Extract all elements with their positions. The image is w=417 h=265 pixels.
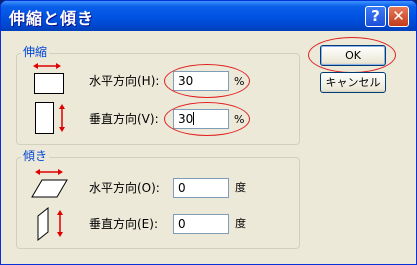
skew-vertical-icon (37, 206, 63, 242)
stretch-vertical-label: 垂直方向(V): (89, 112, 159, 126)
skew-vertical-input[interactable]: 0 (173, 214, 229, 234)
skew-vertical-unit: 度 (235, 217, 246, 230)
stretch-group-label: 伸縮 (21, 45, 50, 59)
skew-vertical-label: 垂直方向(E): (89, 217, 158, 231)
annotation-oval-stretch-horizontal (164, 64, 250, 98)
annotation-oval-ok (308, 37, 396, 73)
skew-horizontal-input[interactable]: 0 (173, 178, 229, 198)
dialog-window: 伸縮と傾き ? ✕ 伸縮 水平方向(H): 30 % 垂直方向(V): 30 %… (0, 0, 417, 265)
window-title: 伸縮と傾き (9, 9, 95, 28)
skew-horizontal-value: 0 (178, 181, 186, 195)
skew-group-label: 傾き (21, 149, 50, 163)
stretch-horizontal-icon (33, 63, 64, 94)
stretch-vertical-icon (35, 102, 65, 134)
close-button[interactable]: ✕ (388, 6, 409, 27)
cancel-button[interactable]: キャンセル (320, 72, 386, 93)
title-bar[interactable]: 伸縮と傾き ? ✕ (1, 1, 416, 31)
skew-horizontal-icon (31, 169, 68, 198)
skew-horizontal-label: 水平方向(O): (89, 181, 160, 195)
skew-vertical-value: 0 (178, 217, 186, 231)
skew-horizontal-unit: 度 (235, 181, 246, 194)
help-button[interactable]: ? (365, 6, 386, 27)
annotation-oval-stretch-vertical (164, 102, 250, 136)
stretch-horizontal-label: 水平方向(H): (89, 74, 160, 88)
